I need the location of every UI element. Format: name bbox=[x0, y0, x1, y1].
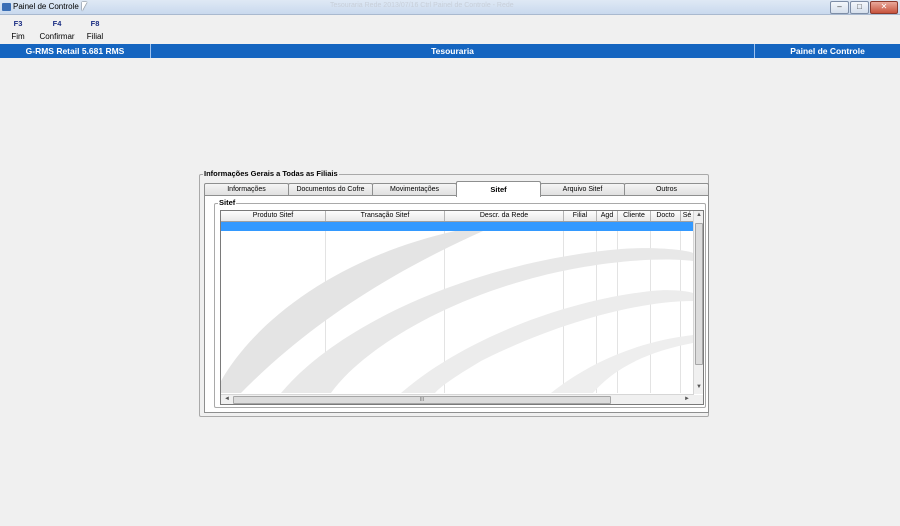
column-header-cliente[interactable]: Cliente bbox=[618, 211, 651, 221]
window-ghost-title: Tesouraria Rede 2013/07/16 Ctrl Painel d… bbox=[330, 2, 514, 9]
column-header-filial[interactable]: Filial bbox=[564, 211, 597, 221]
sitef-grid[interactable]: Produto Sitef Transação Sitef Descr. da … bbox=[220, 210, 704, 405]
close-button[interactable]: ✕ bbox=[870, 1, 898, 14]
fkey-code: F3 bbox=[13, 19, 23, 28]
tab-sitef[interactable]: Sitef bbox=[456, 181, 541, 197]
scroll-up-icon[interactable]: ▲ bbox=[696, 212, 702, 218]
vertical-scrollbar[interactable]: ▲ ▼ bbox=[693, 211, 703, 394]
confirmar-button[interactable]: F4 Confirmar bbox=[38, 19, 76, 41]
column-header-serie[interactable]: Sé bbox=[681, 211, 693, 221]
column-header-descr-rede[interactable]: Descr. da Rede bbox=[445, 211, 564, 221]
scroll-left-icon[interactable]: ◄ bbox=[224, 396, 230, 402]
tab-strip: Informações Documentos do Cofre Moviment… bbox=[204, 181, 709, 197]
grid-header: Produto Sitef Transação Sitef Descr. da … bbox=[221, 211, 693, 222]
fkey-code: F8 bbox=[90, 19, 100, 28]
column-header-agd[interactable]: Agd bbox=[597, 211, 618, 221]
fkey-label: Confirmar bbox=[39, 32, 75, 41]
minimize-button[interactable]: – bbox=[830, 1, 849, 14]
fkey-code: F4 bbox=[52, 19, 62, 28]
app-icon bbox=[2, 3, 11, 11]
filial-button[interactable]: F8 Filial bbox=[84, 19, 106, 41]
fkey-label: Fim bbox=[11, 32, 25, 41]
scroll-right-icon[interactable]: ► bbox=[684, 396, 690, 402]
fim-button[interactable]: F3 Fim bbox=[8, 19, 28, 41]
column-header-docto[interactable]: Docto bbox=[651, 211, 681, 221]
horizontal-scrollbar[interactable]: ◄ III ► bbox=[221, 394, 694, 404]
window-title: Painel de Controle bbox=[13, 2, 79, 11]
title-bar: Painel de Controle Tesouraria Rede 2013/… bbox=[0, 0, 900, 15]
watermark-swoosh bbox=[221, 231, 693, 393]
system-name: G-RMS Retail 5.681 RMS bbox=[25, 46, 125, 56]
sitef-group-title: Sitef bbox=[218, 198, 237, 207]
horizontal-scroll-thumb[interactable]: III bbox=[233, 396, 611, 404]
window-controls: – □ ✕ bbox=[829, 1, 898, 14]
cursor-icon bbox=[82, 2, 87, 11]
scroll-down-icon[interactable]: ▼ bbox=[696, 384, 702, 390]
module-name: Tesouraria bbox=[431, 46, 474, 56]
vertical-scroll-thumb[interactable] bbox=[695, 223, 703, 365]
column-header-transacao-sitef[interactable]: Transação Sitef bbox=[326, 211, 445, 221]
function-key-toolbar: F3 Fim F4 Confirmar F8 Filial bbox=[0, 15, 900, 43]
group-title: Informações Gerais a Todas as Filiais bbox=[203, 169, 339, 178]
screen-name: Painel de Controle bbox=[790, 46, 865, 56]
selected-row[interactable] bbox=[221, 222, 693, 231]
module-header: G-RMS Retail 5.681 RMS Tesouraria Painel… bbox=[0, 44, 900, 58]
maximize-button[interactable]: □ bbox=[850, 1, 869, 14]
scroll-corner bbox=[694, 395, 703, 404]
fkey-label: Filial bbox=[86, 32, 104, 41]
column-header-produto-sitef[interactable]: Produto Sitef bbox=[221, 211, 326, 221]
